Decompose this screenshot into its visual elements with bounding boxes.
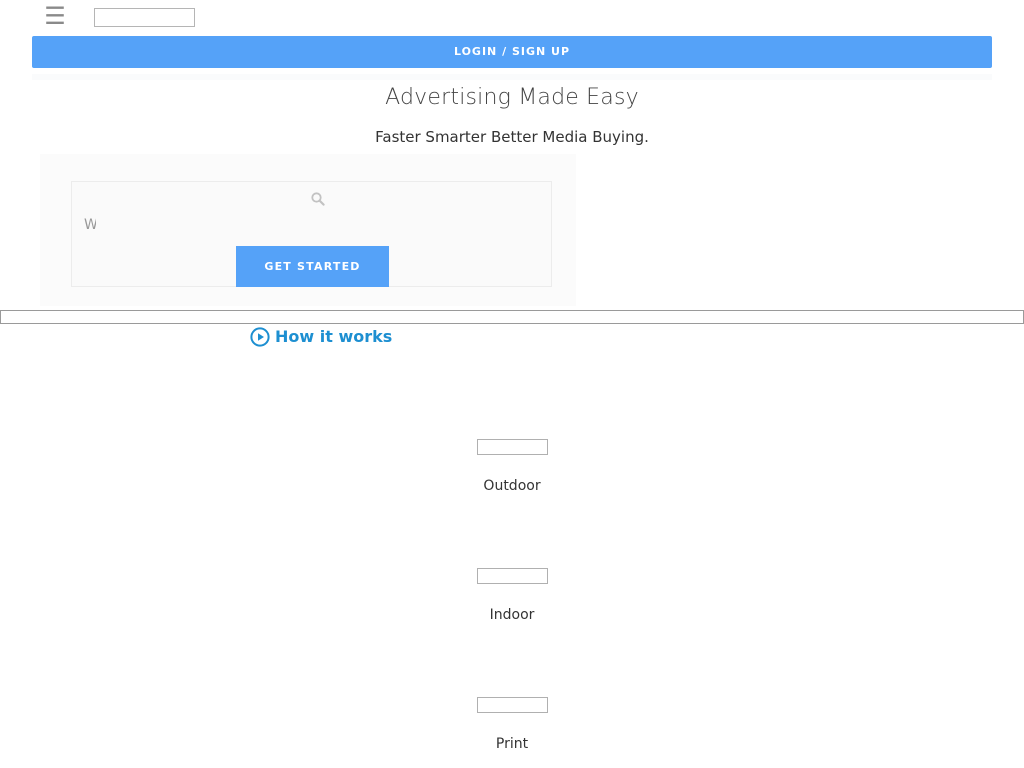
category-label: Print	[495, 736, 529, 752]
search-icon[interactable]	[310, 191, 326, 207]
category-outdoor[interactable]: Outdoor	[462, 439, 562, 495]
hero-band	[32, 74, 992, 80]
hero-title: Advertising Made Easy	[385, 85, 639, 110]
how-it-works-label: How it works	[275, 327, 393, 346]
category-label: Indoor	[489, 607, 535, 623]
how-it-works-link[interactable]: How it works	[250, 325, 392, 349]
category-image[interactable]	[476, 697, 548, 713]
category-label: Outdoor	[483, 478, 541, 494]
divider-image	[0, 310, 1024, 324]
category-print[interactable]: Print	[462, 697, 562, 753]
login-signup-button[interactable]: LOGIN / SIGN UP	[32, 36, 992, 68]
category-image[interactable]	[476, 439, 548, 455]
get-started-button[interactable]: GET STARTED	[236, 246, 389, 287]
hero-subtitle: Faster Smarter Better Media Buying.	[375, 128, 649, 146]
search-input[interactable]	[84, 215, 96, 235]
category-indoor[interactable]: Indoor	[462, 568, 562, 624]
hamburger-menu-icon[interactable]: ☰	[44, 4, 66, 28]
logo-image[interactable]	[94, 8, 195, 27]
play-circle-icon	[250, 327, 270, 347]
category-image[interactable]	[476, 568, 548, 584]
page: ☰ LOGIN / SIGN UP Advertising Made Easy …	[0, 0, 1024, 768]
